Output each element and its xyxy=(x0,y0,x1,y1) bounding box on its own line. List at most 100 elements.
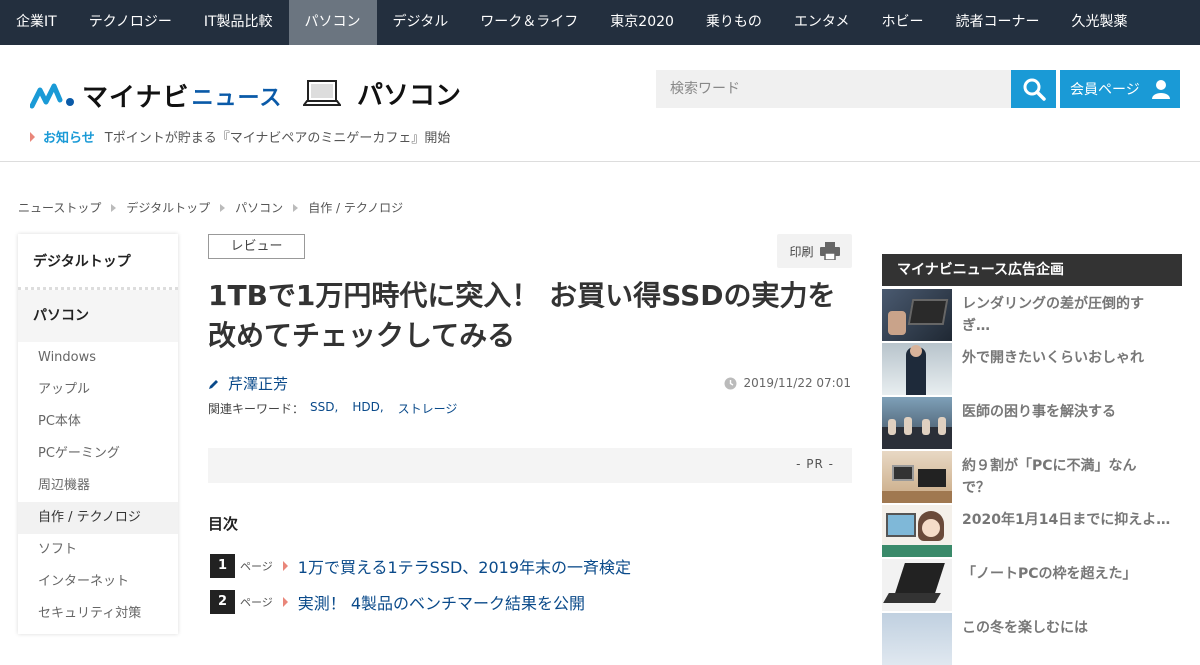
nav-item-entertainment[interactable]: エンタメ xyxy=(778,0,866,45)
ad-title[interactable]: 約９割が「PCに不満」なん で？ xyxy=(962,455,1172,503)
breadcrumb-separator-icon xyxy=(220,203,226,212)
breadcrumb-item[interactable]: ニューストップ xyxy=(18,199,101,216)
sidebar-item-software[interactable]: ソフト xyxy=(18,534,178,566)
toc-number: 1 xyxy=(210,554,235,578)
sidebar-item-pc-gaming[interactable]: PCゲーミング xyxy=(18,438,178,470)
ad-title[interactable]: 外で開きたいくらいおしゃれ xyxy=(962,347,1172,395)
toc-number: 2 xyxy=(210,590,235,614)
publish-date: 2019/11/22 07:01 xyxy=(724,376,851,390)
user-icon xyxy=(1152,80,1170,99)
ad-thumbnail[interactable] xyxy=(882,505,952,557)
nav-item-digital[interactable]: デジタル xyxy=(377,0,465,45)
nav-item-enterprise-it[interactable]: 企業IT xyxy=(0,0,73,45)
toc-link[interactable]: 1万で買える1テラSSD、2019年末の一斉検定 xyxy=(298,554,631,578)
ad-title-line1: この冬を楽しむには xyxy=(962,620,1088,636)
article-title-line1: 1TBで1万円時代に突入！ お買い得SSDの実力を xyxy=(208,279,836,312)
ad-thumbnail[interactable] xyxy=(882,343,952,395)
breadcrumb-item[interactable]: 自作 / テクノロジ xyxy=(308,199,403,216)
member-page-label: 会員ページ xyxy=(1070,82,1140,98)
ad-item[interactable]: この冬を楽しむには xyxy=(882,613,1182,665)
nav-item-readers[interactable]: 読者コーナー xyxy=(940,0,1056,45)
search-button[interactable] xyxy=(1011,70,1056,108)
sidebar-section[interactable]: パソコン xyxy=(18,290,178,342)
breadcrumb-item[interactable]: パソコン xyxy=(235,199,283,216)
sidebar-head[interactable]: デジタルトップ xyxy=(18,234,178,290)
ad-title[interactable]: 医師の困り事を解決する xyxy=(962,401,1172,449)
print-button[interactable]: 印刷 xyxy=(777,234,852,268)
section-logo[interactable]: パソコン xyxy=(303,75,461,112)
ad-item[interactable]: 2020年1月14日までに抑えよ… xyxy=(882,505,1182,557)
toc-page-label: ページ xyxy=(240,560,273,573)
breadcrumb-item[interactable]: デジタルトップ xyxy=(126,199,210,216)
ad-section-heading: マイナビニュース広告企画 xyxy=(882,254,1182,286)
toc-link[interactable]: 実測！ 4製品のベンチマーク結果を公開 xyxy=(298,590,585,614)
notice-bar[interactable]: お知らせ Tポイントが貯まる『マイナビペアのミニゲーカフェ』開始 xyxy=(30,127,450,146)
sidebar-item-security[interactable]: セキュリティ対策 xyxy=(18,598,178,630)
notice-text[interactable]: Tポイントが貯まる『マイナビペアのミニゲーカフェ』開始 xyxy=(105,127,451,146)
keyword-link[interactable]: SSD, xyxy=(310,400,338,417)
sidebar-item-peripherals[interactable]: 周辺機器 xyxy=(18,470,178,502)
nav-item-vehicles[interactable]: 乗りもの xyxy=(690,0,778,45)
related-keywords: 関連キーワード： SSD, HDD, ストレージ xyxy=(208,400,465,417)
pencil-icon xyxy=(209,379,218,389)
ad-title[interactable]: レンダリングの差が圧倒的す ぎ… xyxy=(962,293,1172,341)
ad-item[interactable]: 外で開きたいくらいおしゃれ xyxy=(882,343,1182,395)
ad-item[interactable]: 約９割が「PCに不満」なん で？ xyxy=(882,451,1182,503)
author-link[interactable]: 芹澤正芳 xyxy=(208,373,288,394)
printer-icon xyxy=(819,242,840,260)
breadcrumb-separator-icon xyxy=(293,203,299,212)
sidebar-item-windows[interactable]: Windows xyxy=(18,342,178,374)
logo-main-text: マイナビ xyxy=(82,83,190,113)
ad-title[interactable]: 2020年1月14日までに抑えよ… xyxy=(962,509,1172,557)
toc-item[interactable]: 1 ページ 1万で買える1テラSSD、2019年末の一斉検定 xyxy=(210,554,631,578)
keywords-label: 関連キーワード： xyxy=(208,402,305,416)
nav-item-it-comparison[interactable]: IT製品比較 xyxy=(188,0,289,45)
ad-title[interactable]: この冬を楽しむには xyxy=(962,617,1172,665)
arrow-right-icon xyxy=(282,561,288,571)
ad-thumbnail[interactable] xyxy=(882,289,952,341)
ad-title-line1: 2020年1月14日までに抑えよ… xyxy=(962,512,1171,528)
clock-icon xyxy=(724,377,737,389)
category-sidebar: デジタルトップ パソコン Windows アップル PC本体 PCゲーミング 周… xyxy=(18,234,178,634)
keyword-link[interactable]: HDD, xyxy=(352,400,383,417)
ad-thumbnail[interactable] xyxy=(882,559,952,611)
nav-item-tokyo2020[interactable]: 東京2020 xyxy=(594,0,690,45)
sidebar-item-internet[interactable]: インターネット xyxy=(18,566,178,598)
ad-item[interactable]: レンダリングの差が圧倒的す ぎ… xyxy=(882,289,1182,341)
ad-item[interactable]: 医師の困り事を解決する xyxy=(882,397,1182,449)
member-page-button[interactable]: 会員ページ xyxy=(1060,70,1180,108)
laptop-icon xyxy=(303,79,341,106)
mynavi-logo-icon xyxy=(30,83,74,108)
ad-title-line1: 約９割が「PCに不満」なん xyxy=(962,458,1137,474)
nav-item-work-life[interactable]: ワーク＆ライフ xyxy=(464,0,594,45)
ad-thumbnail[interactable] xyxy=(882,613,952,665)
toc-item[interactable]: 2 ページ 実測！ 4製品のベンチマーク結果を公開 xyxy=(210,590,585,614)
date-text: 2019/11/22 07:01 xyxy=(743,376,851,390)
sidebar-item-apple[interactable]: アップル xyxy=(18,374,178,406)
article-tag[interactable]: レビュー xyxy=(208,234,305,259)
article-title: 1TBで1万円時代に突入！ お買い得SSDの実力を 改めてチェックしてみる xyxy=(208,276,848,356)
site-logo[interactable]: マイナビ ニュース xyxy=(30,77,282,114)
ad-title-line1: レンダリングの差が圧倒的す xyxy=(962,296,1144,312)
ad-title-line2: ぎ… xyxy=(962,318,990,334)
ad-title[interactable]: 「ノートPCの枠を超えた」 xyxy=(962,563,1172,611)
sidebar-item-diy-tech[interactable]: 自作 / テクノロジ xyxy=(18,502,178,534)
ad-thumbnail[interactable] xyxy=(882,451,952,503)
search-input[interactable] xyxy=(656,70,1011,108)
ad-item[interactable]: 「ノートPCの枠を超えた」 xyxy=(882,559,1182,611)
ad-title-line2: で？ xyxy=(962,480,990,496)
nav-item-hisamitsu[interactable]: 久光製薬 xyxy=(1056,0,1144,45)
toc-heading: 目次 xyxy=(208,515,239,533)
global-nav: 企業IT テクノロジー IT製品比較 パソコン デジタル ワーク＆ライフ 東京2… xyxy=(0,0,1200,45)
section-title: パソコン xyxy=(357,81,462,111)
nav-item-technology[interactable]: テクノロジー xyxy=(73,0,188,45)
sidebar-item-pc-body[interactable]: PC本体 xyxy=(18,406,178,438)
nav-item-pc[interactable]: パソコン xyxy=(288,0,377,45)
nav-item-hobby[interactable]: ホビー xyxy=(866,0,940,45)
ad-thumbnail[interactable] xyxy=(882,397,952,449)
article-title-line2: 改めてチェックしてみる xyxy=(208,319,516,352)
author-name: 芹澤正芳 xyxy=(228,375,289,393)
arrow-right-icon xyxy=(30,131,35,142)
toc-page-label: ページ xyxy=(240,596,273,609)
keyword-link[interactable]: ストレージ xyxy=(398,400,458,417)
